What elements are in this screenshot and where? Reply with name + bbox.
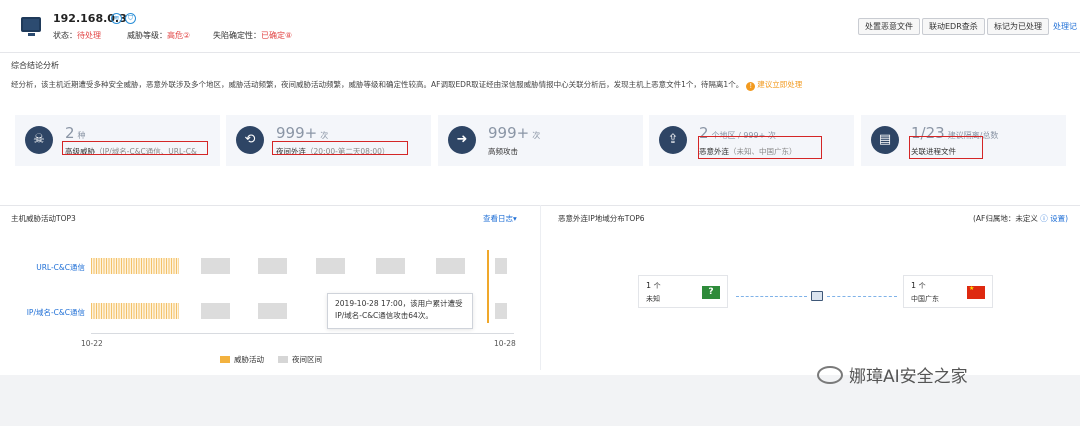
- night-segment: [258, 258, 287, 274]
- night-segment: [495, 258, 507, 274]
- legend-threat: 威胁活动: [220, 354, 264, 365]
- fallen-certainty-value: 已确定⑧: [261, 31, 293, 40]
- night-segment: [201, 303, 230, 319]
- threat-level-value: 高危②: [167, 31, 191, 40]
- night-segment: [495, 303, 507, 319]
- threat-level-meta: 威胁等级：高危②: [127, 31, 191, 40]
- highlight-box: [62, 141, 208, 155]
- threat-skull-icon: ☠: [25, 126, 53, 154]
- geo-settings-link[interactable]: ⓘ 设置): [1040, 214, 1068, 223]
- unknown-flag-icon: ?: [702, 286, 720, 299]
- status-meta: 状态：待处理: [53, 31, 101, 40]
- geo-title: 恶意外连IP地域分布TOP6: [558, 214, 645, 223]
- night-segment: [376, 258, 405, 274]
- fallen-certainty-meta: 失陷确定性：已确定⑧: [213, 31, 293, 40]
- watermark: 娜璋AI安全之家: [817, 362, 968, 387]
- handle-record-link[interactable]: 处理记: [1053, 21, 1077, 32]
- axis-tick-end: 10-28: [494, 339, 516, 348]
- view-log-dropdown[interactable]: 查看日志▾: [483, 213, 517, 224]
- high-freq-attack-icon: ➜: [448, 126, 476, 154]
- geo-node-unknown[interactable]: 1 个 未知 ?: [638, 275, 728, 308]
- geo-node-guangdong[interactable]: 1 个 中国广东: [903, 275, 993, 308]
- night-connect-icon: ⟲: [236, 126, 264, 154]
- night-segment: [316, 258, 345, 274]
- malicious-outbound-icon: ⇪: [659, 126, 687, 154]
- wifi-icon: ≋: [111, 13, 122, 24]
- night-segment: [201, 258, 230, 274]
- status-value: 待处理: [77, 31, 101, 40]
- host-node-icon: [811, 291, 823, 301]
- handle-malicious-file-button[interactable]: 处置恶意文件: [858, 18, 920, 35]
- geo-note: (AF归属地：未定义 ⓘ 设置): [973, 214, 1069, 223]
- wechat-icon: [817, 366, 843, 384]
- night-segment: [436, 258, 465, 274]
- axis-tick-start: 10-22: [81, 339, 103, 348]
- summary-title: 综合结论分析: [11, 61, 59, 70]
- connection-line: [736, 296, 807, 297]
- activity-title: 主机威胁活动TOP3: [11, 214, 76, 223]
- shield-icon: ⛉: [125, 13, 136, 24]
- time-axis: [91, 333, 514, 334]
- highlight-box: [272, 141, 408, 155]
- row-label-ip-cc[interactable]: IP/域名-C&C通信: [27, 307, 85, 318]
- panel-separator: [540, 205, 541, 370]
- threat-segment: [91, 303, 179, 319]
- warning-icon: !: [746, 82, 756, 91]
- time-cursor[interactable]: [487, 250, 489, 323]
- handle-now-link[interactable]: 建议立即处理: [757, 80, 802, 89]
- row-label-url-cc[interactable]: URL-C&C通信: [36, 262, 85, 273]
- activity-tooltip: 2019-10-28 17:00，该用户累计遭受 IP/域名-C&C通信攻击64…: [327, 293, 473, 329]
- host-monitor-icon: [21, 17, 41, 36]
- highlight-box: [909, 136, 983, 159]
- summary-text: 经分析，该主机近期遭受多种安全威胁，恶意外联涉及多个地区，威胁活动频繁，夜间威胁…: [11, 80, 803, 91]
- mark-handled-button[interactable]: 标记为已处理: [987, 18, 1049, 35]
- edr-kill-button[interactable]: 联动EDR查杀: [922, 18, 985, 35]
- activity-bar-url-cc: [91, 258, 507, 274]
- china-flag-icon: [967, 285, 985, 299]
- host-detail-page: 192.168.0.3 ≋ ⛉ 状态：待处理 威胁等级：高危② 失陷确定性：已确…: [0, 0, 1080, 375]
- highlight-box: [698, 136, 822, 159]
- legend-night: 夜间区间: [278, 354, 322, 365]
- related-process-icon: ▤: [871, 126, 899, 154]
- header-divider: [0, 52, 1080, 53]
- connection-line: [827, 296, 897, 297]
- card-high-freq-attack[interactable]: ➜ 999+ 次 高频攻击: [438, 115, 643, 166]
- threat-segment: [91, 258, 179, 274]
- night-segment: [258, 303, 287, 319]
